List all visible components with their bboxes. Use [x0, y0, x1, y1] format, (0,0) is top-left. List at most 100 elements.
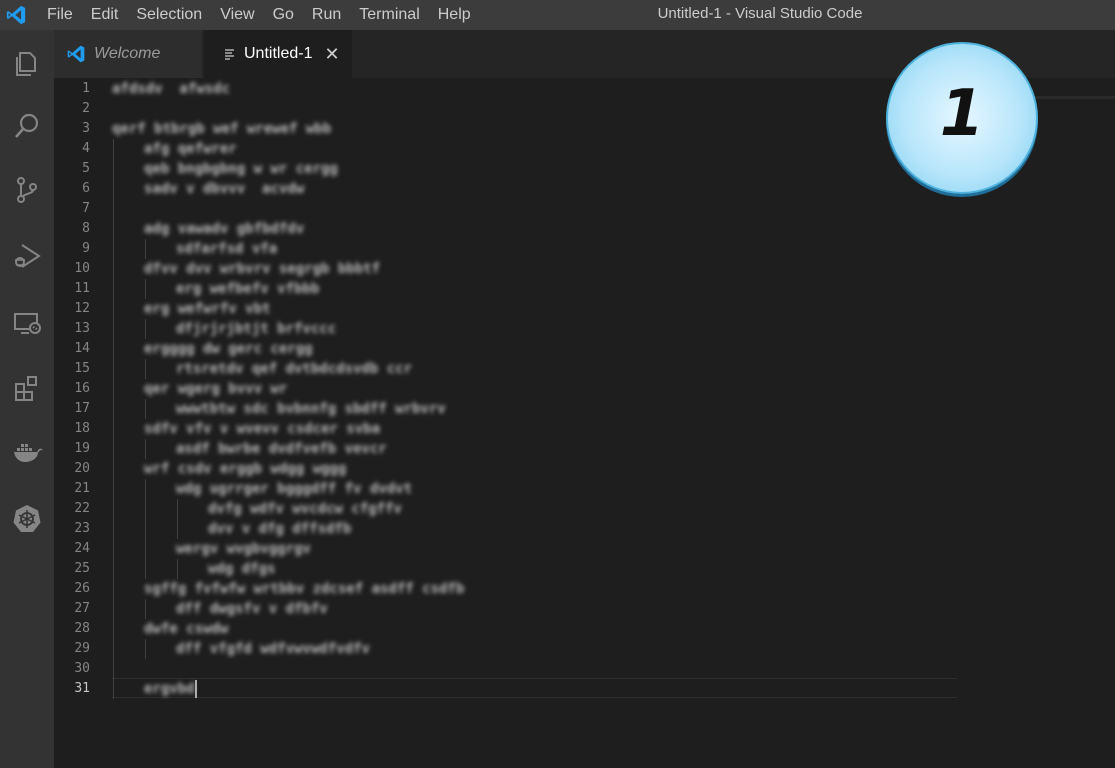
code-line[interactable]: qerf btbrgb wef wrewef wbb	[112, 119, 331, 139]
code-line[interactable]: afdsdv afwsdc	[112, 79, 230, 99]
indent-guide	[113, 519, 114, 539]
title-bar: File Edit Selection View Go Run Terminal…	[0, 0, 1115, 30]
code-line[interactable]: dfjrjrjbtjt brfvccc	[176, 319, 336, 339]
indent-guide	[113, 399, 114, 419]
indent-guide	[145, 519, 146, 539]
indent-guide	[113, 219, 114, 239]
indent-guide	[113, 279, 114, 299]
file-lines-icon	[224, 48, 236, 60]
indent-guide	[145, 439, 146, 459]
close-icon[interactable]: ✕	[324, 44, 339, 65]
text-cursor	[195, 680, 197, 698]
indent-guide	[145, 639, 146, 659]
menu-help[interactable]: Help	[429, 0, 480, 30]
line-number: 27	[74, 601, 90, 616]
code-line[interactable]: dff vfgfd wdfvwvwdfvdfv	[176, 639, 370, 659]
line-number: 14	[74, 341, 90, 356]
indent-guide	[113, 499, 114, 519]
tab-welcome[interactable]: Welcome	[54, 30, 202, 78]
indent-guide	[145, 279, 146, 299]
code-line[interactable]: sgffg fvfwfw wrtbbv zdcsef asdff csdfb	[144, 579, 464, 599]
indent-guide	[113, 539, 114, 559]
indent-guide	[113, 599, 114, 619]
indent-guide	[145, 539, 146, 559]
tab-untitled-1[interactable]: Untitled-1 ✕	[204, 30, 352, 78]
indent-guide	[145, 499, 146, 519]
code-line[interactable]: ergvbd	[144, 679, 195, 699]
menu-bar: File Edit Selection View Go Run Terminal…	[38, 0, 480, 30]
line-number: 1	[82, 81, 90, 96]
vscode-logo-icon	[66, 44, 86, 64]
code-line[interactable]: erg wefwrfv vbt	[144, 299, 270, 319]
menu-go[interactable]: Go	[264, 0, 303, 30]
source-control-icon[interactable]	[0, 160, 54, 220]
code-line[interactable]: sadv v dbvvv acvdw	[144, 179, 304, 199]
indent-guide	[145, 239, 146, 259]
line-number: 8	[82, 221, 90, 236]
indent-guide	[177, 499, 178, 519]
code-line[interactable]: wdg dfgs	[208, 559, 275, 579]
indent-guide	[145, 559, 146, 579]
line-number: 19	[74, 441, 90, 456]
extensions-icon[interactable]	[0, 358, 54, 418]
code-line[interactable]: afg qefwrer	[144, 139, 237, 159]
indent-guide	[113, 139, 114, 159]
run-debug-icon[interactable]	[0, 226, 54, 286]
activity-bar	[0, 30, 54, 768]
line-number: 10	[74, 261, 90, 276]
line-number: 31	[74, 681, 90, 696]
remote-explorer-icon[interactable]	[0, 294, 54, 354]
line-number: 26	[74, 581, 90, 596]
code-line[interactable]: ergggg dw gerc cergg	[144, 339, 313, 359]
line-number: 20	[74, 461, 90, 476]
code-line[interactable]: dwfe cswdw	[144, 619, 228, 639]
menu-run[interactable]: Run	[303, 0, 350, 30]
code-line[interactable]: asdf bwrbe dvdfvefb vevcr	[176, 439, 387, 459]
code-line[interactable]: erg wefbefv vfbbb	[176, 279, 319, 299]
line-number: 28	[74, 621, 90, 636]
code-line[interactable]: wergv wvgbvggrgv	[176, 539, 311, 559]
indent-guide	[113, 479, 114, 499]
indent-guide	[145, 479, 146, 499]
menu-view[interactable]: View	[211, 0, 263, 30]
code-line[interactable]: qeb bngbgbng w wr cergg	[144, 159, 338, 179]
code-line[interactable]: dvfg wdfv wvcdcw cfgffv	[208, 499, 402, 519]
line-number: 22	[74, 501, 90, 516]
indent-guide	[113, 659, 114, 679]
menu-selection[interactable]: Selection	[127, 0, 211, 30]
search-icon[interactable]	[0, 96, 54, 156]
indent-guide	[113, 199, 114, 219]
indent-guide	[145, 399, 146, 419]
code-line[interactable]: dvv v dfg dffsdfb	[208, 519, 351, 539]
indent-guide	[113, 379, 114, 399]
line-number: 2	[82, 101, 90, 116]
code-line[interactable]: rtsretdv qef dvtbdcdsvdb ccr	[176, 359, 412, 379]
indent-guide	[113, 679, 114, 699]
code-line[interactable]: wrf csdv erggb wdgg wggg	[144, 459, 346, 479]
line-number: 25	[74, 561, 90, 576]
line-number: 23	[74, 521, 90, 536]
vscode-logo-icon	[5, 4, 27, 26]
code-line[interactable]: dff dwgsfv v dfbfv	[176, 599, 328, 619]
code-line[interactable]: adg vawadv gbfbdfdv	[144, 219, 304, 239]
indent-guide	[113, 179, 114, 199]
tab-label: Untitled-1	[244, 45, 313, 62]
code-line[interactable]: sdfarfsd vfa	[176, 239, 277, 259]
menu-edit[interactable]: Edit	[82, 0, 128, 30]
indent-guide	[113, 619, 114, 639]
code-line[interactable]: sdfv vfv v wvevv csdcer svba	[144, 419, 380, 439]
docker-icon[interactable]	[0, 422, 54, 482]
code-line[interactable]: dfvv dvv wrbvrv segrgb bbbtf	[144, 259, 380, 279]
code-line[interactable]: wdg ugrrger bgggdff fv dvdvt	[176, 479, 412, 499]
line-number: 29	[74, 641, 90, 656]
code-line[interactable]: wwwtbtw sdc bvbnnfg sbdff wrbvrv	[176, 399, 446, 419]
indent-guide	[113, 579, 114, 599]
code-line[interactable]: qer wgerg bvvv wr	[144, 379, 287, 399]
kubernetes-icon[interactable]	[0, 488, 54, 548]
indent-guide	[113, 359, 114, 379]
menu-terminal[interactable]: Terminal	[350, 0, 428, 30]
explorer-icon[interactable]	[0, 34, 54, 94]
line-number: 16	[74, 381, 90, 396]
indent-guide	[113, 339, 114, 359]
menu-file[interactable]: File	[38, 0, 82, 30]
